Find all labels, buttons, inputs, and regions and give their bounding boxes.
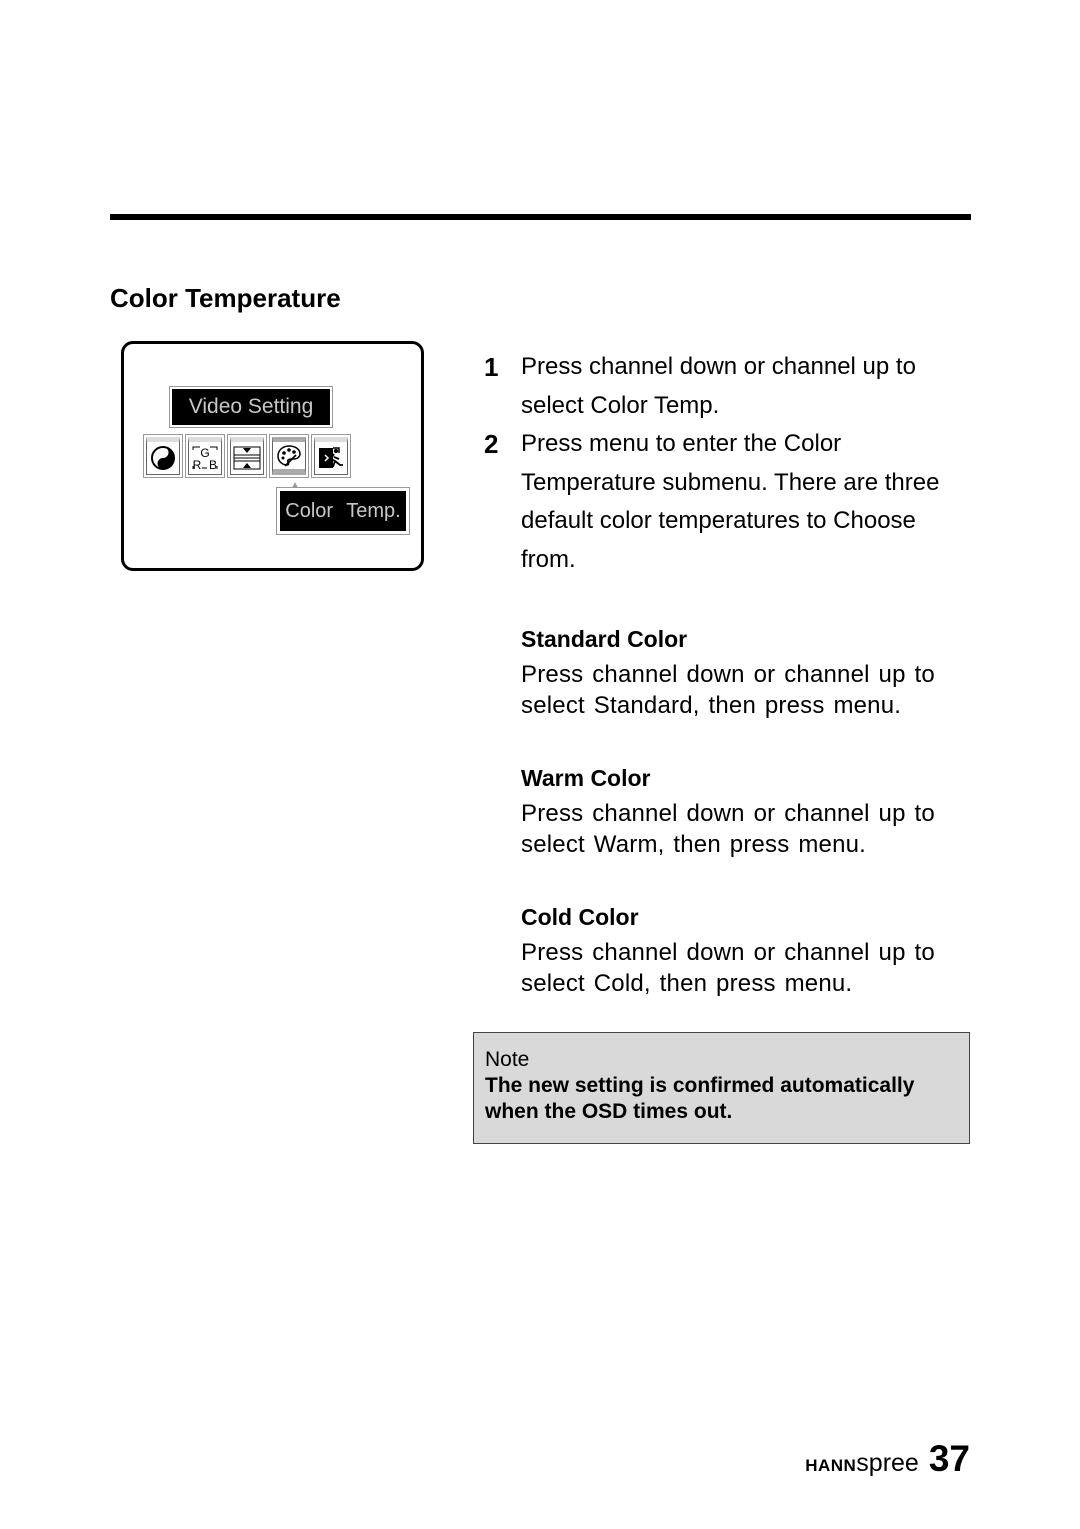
osd-selected-label: Color Temp. (276, 487, 410, 535)
color-palette-icon (277, 444, 301, 467)
osd-icon-exit (311, 434, 351, 478)
osd-menu-illustration: Video Setting G R B Color Temp. (121, 341, 424, 571)
note-title: Note (485, 1048, 530, 1071)
option-title: Warm Color (521, 765, 651, 791)
picture-position-icon (233, 446, 261, 470)
osd-icon-color-temp (269, 434, 309, 478)
step-number: 2 (484, 429, 499, 460)
note-body: The new setting is confirmed automatical… (485, 1074, 915, 1123)
step-1: 1 Press channel down or channel up to se… (484, 348, 974, 425)
exit-icon (319, 447, 343, 468)
osd-icon-position (227, 434, 267, 478)
rgb-icon-r-label: R (193, 458, 202, 472)
step-text: Press channel down or channel up to sele… (521, 353, 916, 419)
brand-logo-bold: HANN (805, 1456, 857, 1475)
contrast-icon (151, 446, 175, 470)
page-footer: HANNspree 37 (805, 1438, 970, 1480)
brand-logo: HANNspree (805, 1449, 919, 1478)
section-title: Color Temperature (110, 283, 341, 313)
osd-selected-label-text: Color Temp. (280, 491, 406, 531)
step-text: Press menu to enter the Color Temperatur… (521, 430, 940, 573)
rgb-icon: G R B (192, 446, 218, 472)
steps-list: 1 Press channel down or channel up to se… (484, 348, 974, 580)
step-2: 2 Press menu to enter the Color Temperat… (484, 425, 974, 579)
brand-logo-light: spree (856, 1449, 919, 1477)
osd-header: Video Setting (169, 386, 333, 428)
step-number: 1 (484, 352, 499, 382)
option-title: Cold Color (521, 904, 639, 930)
rgb-icon-b-label: B (209, 458, 217, 472)
osd-header-label: Video Setting (172, 389, 330, 425)
page-number: 37 (928, 1438, 970, 1479)
osd-icon-row: G R B (143, 434, 351, 478)
option-standard-color: Standard Color Press channel down or cha… (521, 626, 981, 721)
osd-icon-contrast (143, 434, 183, 478)
option-description: Press channel down or channel up to sele… (521, 800, 935, 858)
option-title: Standard Color (521, 626, 688, 652)
note-box: Note The new setting is confirmed automa… (473, 1032, 970, 1144)
option-description: Press channel down or channel up to sele… (521, 661, 935, 719)
osd-icon-rgb: G R B (185, 434, 225, 478)
option-description: Press channel down or channel up to sele… (521, 939, 935, 997)
section-divider (110, 214, 971, 220)
option-warm-color: Warm Color Press channel down or channel… (521, 765, 981, 860)
option-cold-color: Cold Color Press channel down or channel… (521, 904, 981, 999)
